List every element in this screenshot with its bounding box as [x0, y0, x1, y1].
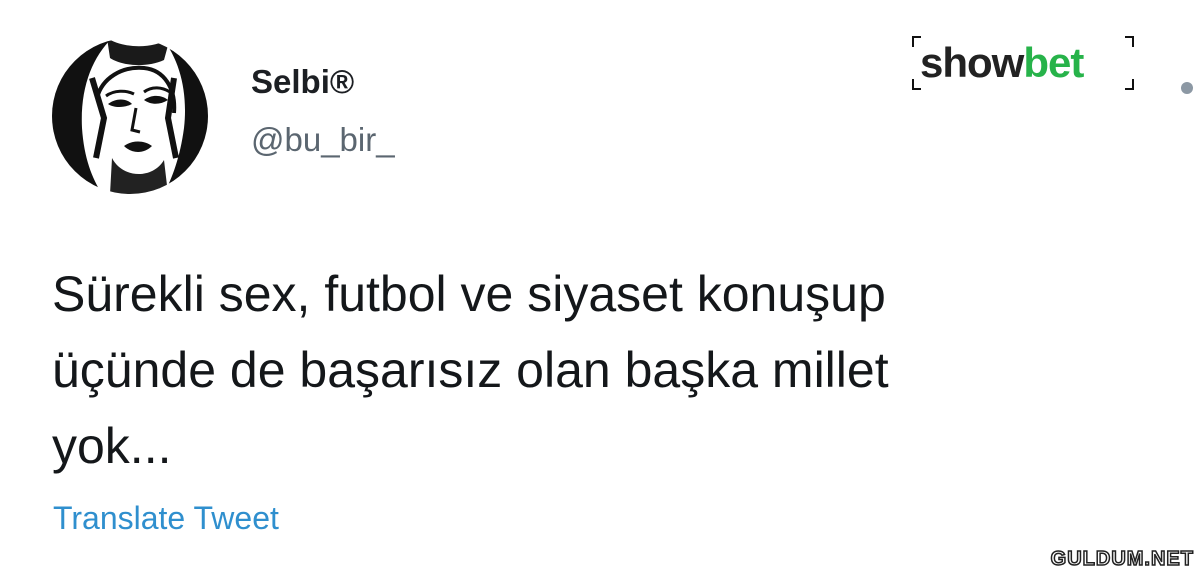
tweet-text-line: Sürekli sex, futbol ve siyaset konuşup: [52, 266, 886, 322]
user-handle[interactable]: @bu_bir_: [251, 120, 395, 160]
display-name[interactable]: Selbi®: [251, 62, 354, 102]
brand-logo-text-part-a: show: [920, 39, 1024, 86]
avatar-illustration: [52, 38, 208, 194]
tweet-text: Sürekli sex, futbol ve siyaset konuşup ü…: [52, 256, 1172, 484]
avatar[interactable]: [52, 38, 208, 194]
tweet-text-line: üçünde de başarısız olan başka millet: [52, 342, 889, 398]
more-options-icon[interactable]: [1181, 82, 1193, 94]
translate-tweet-link[interactable]: Translate Tweet: [53, 498, 279, 538]
watermark: GULDUM.NET: [1050, 547, 1194, 571]
brand-logo-text-part-b: bet: [1023, 39, 1084, 86]
brand-logo: showbet: [912, 36, 1134, 90]
tweet-text-line: yok...: [52, 418, 172, 474]
